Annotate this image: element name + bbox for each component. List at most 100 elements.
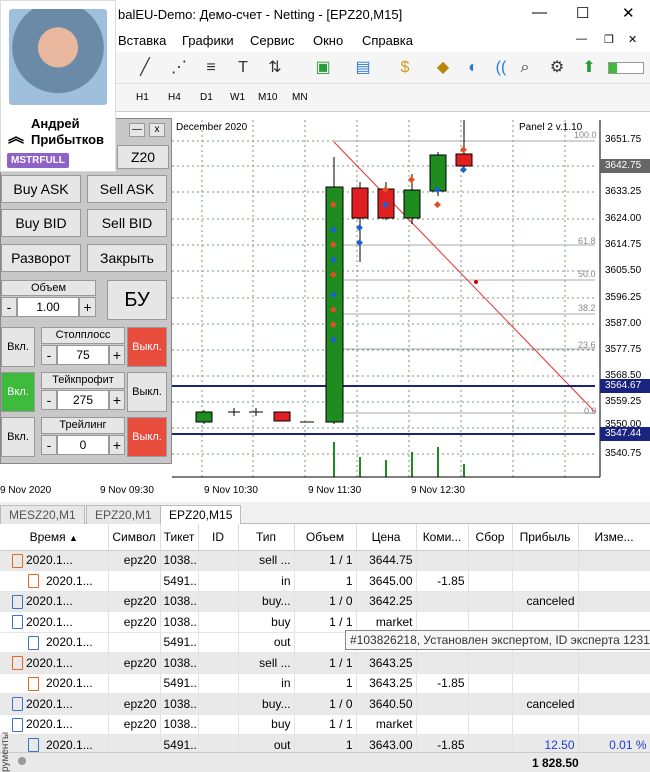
- menu-help[interactable]: Справка: [362, 33, 413, 48]
- menu-tools[interactable]: Сервис: [250, 33, 295, 48]
- cell-time: 2020.1...: [0, 570, 109, 592]
- table-row[interactable]: 2020.1... epz20 1038... buy... 1 / 0 3640.50 c…: [0, 693, 650, 715]
- table-row[interactable]: 2020.1... epz20 1038... buy 1 / 1 market: [0, 714, 650, 735]
- level-icon[interactable]: ⬆: [578, 58, 600, 78]
- cell-fee: [468, 693, 513, 715]
- tp-minus-button[interactable]: -: [41, 390, 57, 410]
- sl-plus-button[interactable]: +: [109, 345, 125, 365]
- panel-minimize-button[interactable]: —: [129, 123, 145, 137]
- cell-volume: 1 / 0: [294, 693, 357, 715]
- col-fee[interactable]: Сбор: [468, 524, 513, 551]
- svg-text:◆: ◆: [330, 269, 337, 279]
- cell-fee: [468, 550, 513, 571]
- trading-icon[interactable]: $: [394, 58, 416, 78]
- trail-off-button[interactable]: Выкл.: [127, 417, 167, 457]
- breakeven-button[interactable]: БУ: [107, 280, 167, 320]
- search-icon[interactable]: ⌕: [514, 58, 536, 78]
- tab-epz20-m15[interactable]: EPZ20,M15: [160, 505, 242, 524]
- close-button[interactable]: ✕: [622, 4, 635, 22]
- sl-input[interactable]: 75: [57, 345, 109, 365]
- cell-volume: 1: [294, 673, 357, 694]
- sl-on-button[interactable]: Вкл.: [1, 327, 35, 367]
- price-tick: 3624.00: [605, 213, 642, 224]
- templates-icon[interactable]: ▤: [352, 58, 374, 78]
- volume-minus-button[interactable]: -: [1, 297, 17, 317]
- line-tool-icon[interactable]: ╱: [134, 58, 156, 78]
- cell-change: [578, 693, 650, 715]
- col-ticket[interactable]: Тикет: [160, 524, 199, 551]
- timeframe-w1[interactable]: W1: [230, 92, 245, 103]
- trail-input[interactable]: 0: [57, 435, 109, 455]
- cell-change: [578, 714, 650, 735]
- fibo-expansion-icon[interactable]: ⋰: [168, 58, 190, 78]
- col-volume[interactable]: Объем: [294, 524, 357, 551]
- tp-input[interactable]: 275: [57, 390, 109, 410]
- trail-minus-button[interactable]: -: [41, 435, 57, 455]
- cell-time: 2020.1...: [0, 693, 109, 715]
- cell-type: buy: [238, 714, 295, 735]
- table-row[interactable]: 2020.1... epz20 1038... sell ... 1 / 1 3643.2…: [0, 652, 650, 674]
- settings-icon[interactable]: ⚙: [546, 58, 568, 78]
- cell-fee: [468, 652, 513, 674]
- text-tool-icon[interactable]: T: [232, 58, 254, 78]
- table-row[interactable]: 2020.1... 5491... in 1 3643.25 -1.85: [0, 673, 650, 694]
- sl-minus-button[interactable]: -: [41, 345, 57, 365]
- timeframe-h1[interactable]: H1: [136, 92, 149, 103]
- maximize-button[interactable]: ☐: [576, 4, 589, 22]
- fibo-retracement-icon[interactable]: ≡: [200, 58, 222, 78]
- mdi-minimize-button[interactable]: —: [576, 33, 587, 45]
- sell-bid-button[interactable]: Sell BID: [87, 209, 167, 237]
- table-row[interactable]: 2020.1... epz20 1038... buy... 1 / 0 3642.25 c…: [0, 591, 650, 612]
- sell-ask-button[interactable]: Sell ASK: [87, 175, 167, 203]
- col-profit[interactable]: Прибыль: [512, 524, 579, 551]
- new-chart-icon[interactable]: ▣: [312, 58, 334, 78]
- connection-indicator: [608, 62, 644, 74]
- timeframe-h4[interactable]: H4: [168, 92, 181, 103]
- cell-type: sell ...: [238, 550, 295, 571]
- sort-asc-icon: ▲: [69, 532, 78, 543]
- col-symbol[interactable]: Символ: [108, 524, 161, 551]
- vps-icon[interactable]: ((: [490, 58, 512, 78]
- col-id[interactable]: ID: [198, 524, 239, 551]
- signals-icon[interactable]: ◐: [462, 58, 484, 78]
- volume-input[interactable]: 1.00: [17, 297, 79, 317]
- tp-on-button[interactable]: Вкл.: [1, 372, 35, 412]
- sell-order-icon: [28, 574, 39, 588]
- table-row[interactable]: 2020.1... 5491... in 1 3645.00 -1.85: [0, 570, 650, 592]
- mdi-close-button[interactable]: ✕: [628, 33, 637, 46]
- tab-mesz20-m1[interactable]: MESZ20,M1: [0, 505, 85, 524]
- minimize-button[interactable]: —: [532, 4, 547, 21]
- buy-ask-button[interactable]: Buy ASK: [1, 175, 81, 203]
- menu-charts[interactable]: Графики: [182, 33, 234, 48]
- price-tick: 3540.75: [605, 448, 642, 459]
- price-tick: 3587.00: [605, 318, 642, 329]
- panel-close-button[interactable]: x: [149, 123, 165, 137]
- timeframe-d1[interactable]: D1: [200, 92, 213, 103]
- tp-plus-button[interactable]: +: [109, 390, 125, 410]
- symbol-button[interactable]: Z20: [117, 145, 169, 169]
- market-icon[interactable]: ◆: [432, 58, 454, 78]
- col-time[interactable]: Время ▲: [0, 524, 109, 551]
- tab-epz20-m1[interactable]: EPZ20,M1: [86, 505, 161, 524]
- tp-off-button[interactable]: Выкл.: [127, 372, 167, 412]
- col-change[interactable]: Изме...: [578, 524, 650, 551]
- trail-plus-button[interactable]: +: [109, 435, 125, 455]
- volume-plus-button[interactable]: +: [79, 297, 96, 317]
- close-position-button[interactable]: Закрыть: [87, 244, 167, 272]
- col-commission[interactable]: Коми...: [416, 524, 469, 551]
- timeframe-mn[interactable]: MN: [292, 92, 308, 103]
- table-row[interactable]: 2020.1... epz20 1038... buy 1 / 1 market: [0, 611, 650, 633]
- reverse-button[interactable]: Разворот: [1, 244, 81, 272]
- timeframe-m10[interactable]: M10: [258, 92, 277, 103]
- buy-bid-button[interactable]: Buy BID: [1, 209, 81, 237]
- table-row[interactable]: 2020.1... epz20 1038... sell ... 1 / 1 3644.7…: [0, 550, 650, 571]
- menu-insert[interactable]: Вставка: [118, 33, 166, 48]
- arrows-tool-icon[interactable]: ⇅: [264, 58, 286, 78]
- col-type[interactable]: Тип: [238, 524, 295, 551]
- cell-profit: canceled: [512, 591, 579, 612]
- trail-on-button[interactable]: Вкл.: [1, 417, 35, 457]
- menu-window[interactable]: Окно: [313, 33, 343, 48]
- mdi-restore-button[interactable]: ❐: [604, 33, 614, 46]
- col-price[interactable]: Цена: [356, 524, 417, 551]
- sl-off-button[interactable]: Выкл.: [127, 327, 167, 367]
